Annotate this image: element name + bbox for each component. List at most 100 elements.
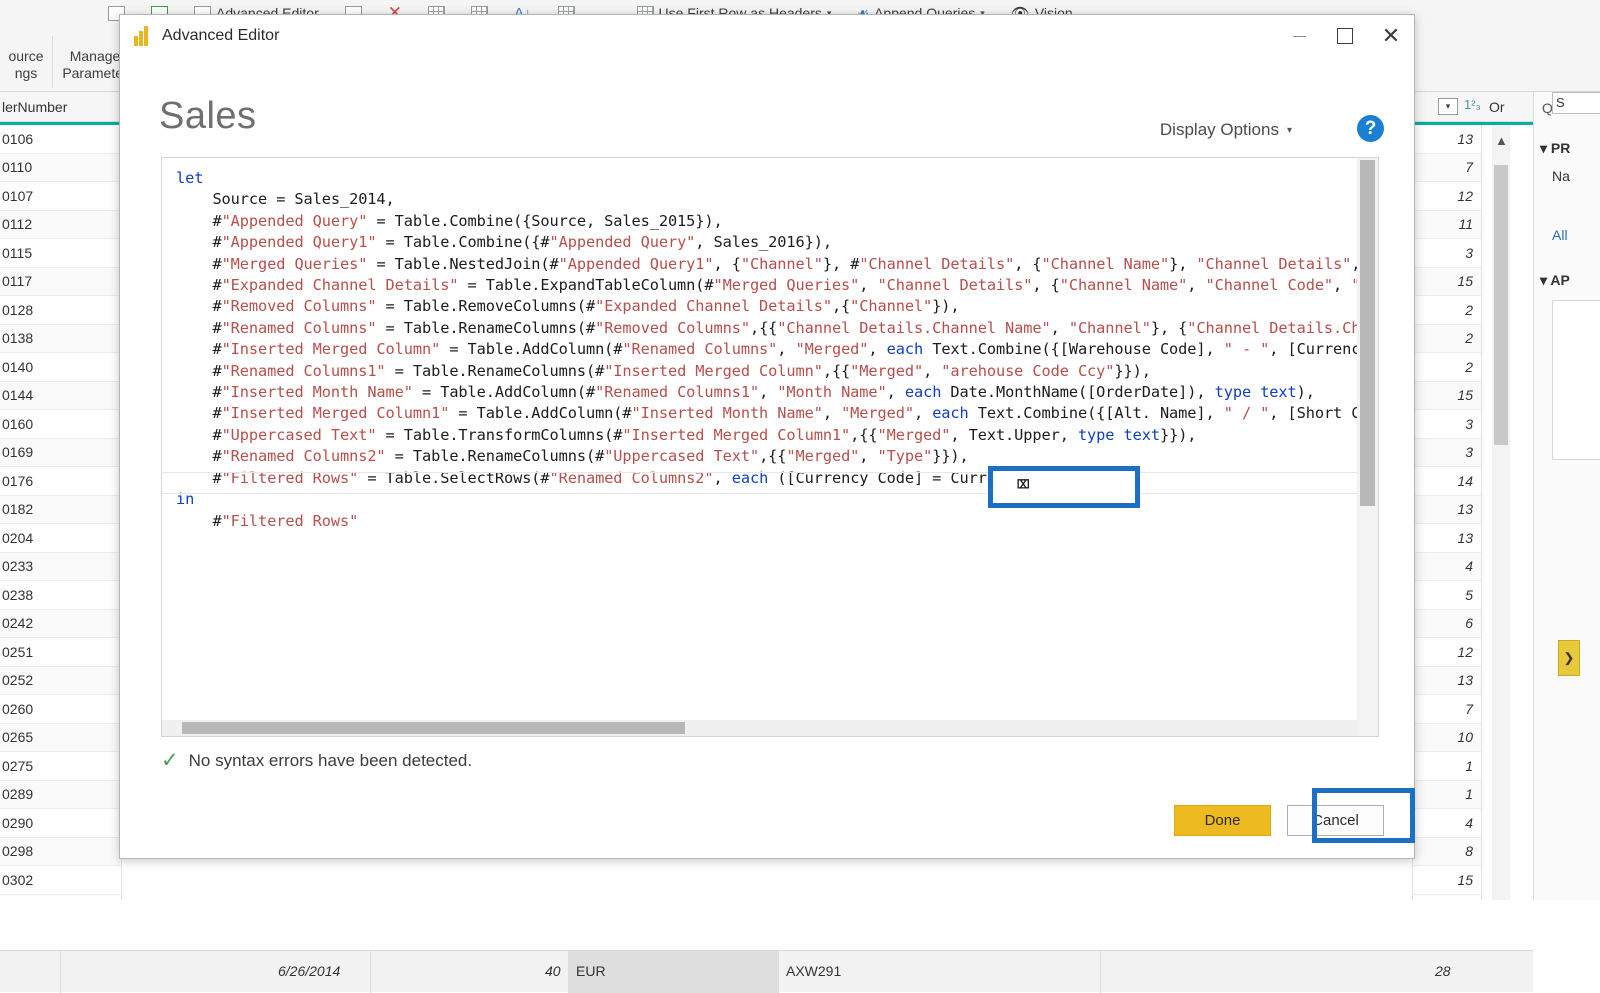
table-row[interactable]: 0106 xyxy=(0,125,121,154)
code-horizontal-scrollbar[interactable] xyxy=(162,720,1359,736)
table-row[interactable]: 12 xyxy=(1413,638,1481,667)
help-icon[interactable]: ? xyxy=(1357,115,1384,142)
annotation-box-done xyxy=(1312,788,1415,843)
close-icon[interactable]: ✕ xyxy=(1368,15,1414,57)
table-row[interactable]: 0238 xyxy=(0,581,121,610)
maximize-icon[interactable] xyxy=(1322,15,1368,57)
table-row[interactable]: 0112 xyxy=(0,211,121,240)
table-row[interactable]: 15 xyxy=(1413,866,1481,895)
table-row[interactable]: 13 xyxy=(1413,524,1481,553)
table-row[interactable]: 13 xyxy=(1413,667,1481,696)
table-row[interactable]: 0144 xyxy=(0,382,121,411)
page-title: Sales xyxy=(159,95,257,138)
applied-steps-section-header[interactable]: ▾ AP xyxy=(1540,272,1570,289)
name-label: Na xyxy=(1552,168,1570,184)
table-row[interactable]: 0204 xyxy=(0,524,121,553)
table-row[interactable]: 11 xyxy=(1413,211,1481,240)
cell-code: AXW291 xyxy=(786,963,841,979)
status-text: No syntax errors have been detected. xyxy=(189,751,473,771)
chevron-up-icon[interactable]: ▲ xyxy=(1495,133,1508,148)
status-bar: ✓ No syntax errors have been detected. xyxy=(161,750,472,771)
code-vertical-scrollbar[interactable] xyxy=(1357,158,1378,737)
table-row[interactable]: 2 xyxy=(1413,325,1481,354)
query-settings-pane: Que ▾ PR Na S All ▾ AP xyxy=(1533,92,1600,900)
collapse-pane-tab[interactable]: ❯ xyxy=(1558,640,1580,676)
table-row[interactable]: 0252 xyxy=(0,667,121,696)
table-row[interactable]: 0302 xyxy=(0,866,121,895)
chevron-down-icon: ▾ xyxy=(1287,125,1292,136)
applied-steps-list[interactable] xyxy=(1552,300,1600,460)
chevron-right-icon: ❯ xyxy=(1564,650,1575,666)
query-name-input[interactable]: S xyxy=(1552,92,1600,114)
table-row[interactable]: 15 xyxy=(1413,268,1481,297)
window-controls: ✕ xyxy=(1276,15,1414,57)
table-row[interactable]: 0138 xyxy=(0,325,121,354)
table-row[interactable]: 3 xyxy=(1413,439,1481,468)
cell-order-num: 28 xyxy=(1435,963,1451,979)
check-icon: ✓ xyxy=(161,750,179,771)
code-editor[interactable]: let Source = Sales_2014, #"Appended Quer… xyxy=(161,157,1379,737)
done-button[interactable]: Done xyxy=(1174,805,1271,836)
table-row[interactable]: 0169 xyxy=(0,439,121,468)
table-row[interactable]: 4 xyxy=(1413,809,1481,838)
scrollbar-thumb[interactable] xyxy=(182,722,685,734)
table-row[interactable]: 3 xyxy=(1413,239,1481,268)
table-row[interactable]: 0265 xyxy=(0,724,121,753)
table-row[interactable]: 0117 xyxy=(0,268,121,297)
table-row[interactable]: 15 xyxy=(1413,382,1481,411)
active-line-highlight xyxy=(162,472,1359,494)
scrollbar-thumb[interactable] xyxy=(1494,165,1508,445)
table-row[interactable]: 2 xyxy=(1413,353,1481,382)
table-row[interactable]: 13 xyxy=(1413,496,1481,525)
table-row[interactable]: 0233 xyxy=(0,553,121,582)
table-row[interactable]: 0128 xyxy=(0,296,121,325)
table-row[interactable]: 12 xyxy=(1413,182,1481,211)
table-row[interactable]: 8 xyxy=(1413,838,1481,867)
grid-bottom-row[interactable]: 6/26/2014 40 EUR AXW291 28 xyxy=(0,950,1533,992)
table-row[interactable]: 6 xyxy=(1413,610,1481,639)
column-header-order[interactable]: Or xyxy=(1489,99,1505,115)
table-row[interactable]: 7 xyxy=(1413,154,1481,183)
table-row[interactable]: 0289 xyxy=(0,781,121,810)
table-row[interactable]: 1 xyxy=(1413,752,1481,781)
column-filter-button[interactable]: ▾ xyxy=(1438,98,1458,115)
table-row[interactable]: 0275 xyxy=(0,752,121,781)
table-row[interactable]: 0110 xyxy=(0,154,121,183)
dialog-title-bar[interactable]: Advanced Editor xyxy=(120,15,1414,57)
table-row[interactable]: 4 xyxy=(1413,553,1481,582)
table-row[interactable]: 0107 xyxy=(0,182,121,211)
table-row[interactable]: 0182 xyxy=(0,496,121,525)
annotation-box-code xyxy=(988,466,1140,508)
table-row[interactable]: 3 xyxy=(1413,410,1481,439)
all-properties-link[interactable]: All xyxy=(1552,227,1568,243)
table-row[interactable]: 0115 xyxy=(0,239,121,268)
table-row[interactable]: 0251 xyxy=(0,638,121,667)
table-row[interactable]: 7 xyxy=(1413,695,1481,724)
advanced-editor-dialog: Advanced Editor ✕ Sales Display Options … xyxy=(119,14,1415,859)
properties-section-header[interactable]: ▾ PR xyxy=(1540,140,1570,157)
123-number-type-icon: 1²₃ xyxy=(1464,97,1481,112)
display-options-label: Display Options xyxy=(1160,120,1279,140)
table-row[interactable]: 13 xyxy=(1413,125,1481,154)
table-row[interactable]: 0176 xyxy=(0,467,121,496)
grid-vertical-scrollbar[interactable]: ▲ xyxy=(1492,125,1510,900)
cell-currency: EUR xyxy=(576,963,606,979)
table-row[interactable]: 0242 xyxy=(0,610,121,639)
display-options-dropdown[interactable]: Display Options ▾ xyxy=(1160,120,1292,140)
column-header-order-number[interactable]: lerNumber xyxy=(2,99,67,115)
table-row[interactable]: 0260 xyxy=(0,695,121,724)
table-row[interactable]: 0140 xyxy=(0,353,121,382)
table-row[interactable]: 5 xyxy=(1413,581,1481,610)
scrollbar-thumb[interactable] xyxy=(1360,160,1375,506)
minimize-icon[interactable] xyxy=(1276,15,1322,57)
table-row[interactable]: 2 xyxy=(1413,296,1481,325)
i-beam-cursor-icon: ⌧ xyxy=(1016,470,1028,500)
table-row[interactable]: 0298 xyxy=(0,838,121,867)
table-row[interactable]: 10 xyxy=(1413,724,1481,753)
dialog-title-text: Advanced Editor xyxy=(162,27,279,45)
ribbon-group-1-line1: ource xyxy=(0,48,52,65)
table-row[interactable]: 0290 xyxy=(0,809,121,838)
table-row[interactable]: 0160 xyxy=(0,410,121,439)
table-row[interactable]: 1 xyxy=(1413,781,1481,810)
table-row[interactable]: 14 xyxy=(1413,467,1481,496)
